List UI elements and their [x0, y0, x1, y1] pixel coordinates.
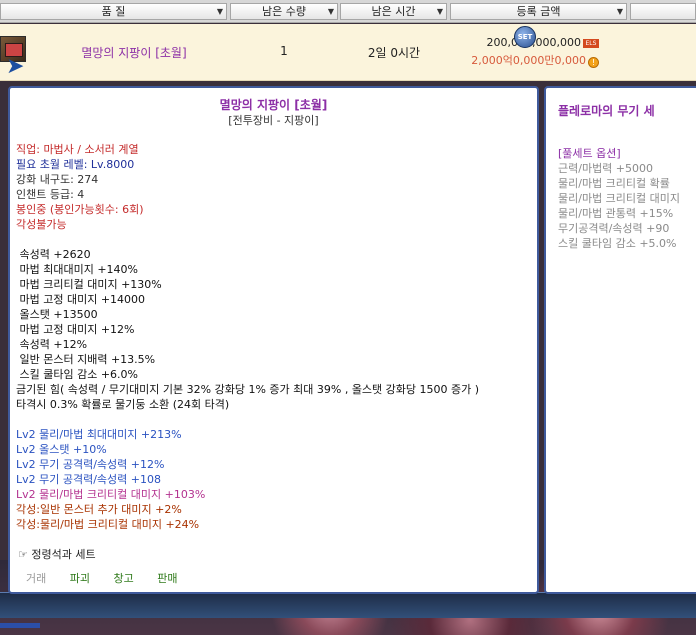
set-option-list: [풀세트 옵션] 근력/마법력 +5000 물리/마법 크리티컬 확률 물리/마…: [558, 146, 696, 251]
tooltip-title: 멸망의 지팡이 [초월]: [219, 98, 328, 112]
taskbar-indicator: [0, 623, 40, 628]
awaken-option-line: 각성:일반 몬스터 추가 대미지 +2%: [16, 503, 182, 516]
stat-line: 마법 고정 대미지 +12%: [16, 323, 135, 336]
column-extra[interactable]: [630, 3, 696, 20]
set-option-line: 무기공격력/속성력 +90: [558, 222, 670, 235]
listing-price-korean: 2,000억0,000만0,000!: [449, 52, 599, 68]
set-badge-icon: SET: [514, 26, 536, 48]
listing-time-left: 2일 0시간: [367, 46, 421, 60]
listing-price-korean-value: 2,000억0,000만0,000: [471, 54, 586, 67]
job-requirement: 직업: 마법사 / 소서러 계열: [16, 143, 139, 156]
chevron-down-icon: ▼: [436, 7, 443, 16]
listing-row[interactable]: ➤ 멸망의 지팡이 [초월] 1 2일 0시간 200,000,000,000E…: [0, 24, 696, 81]
set-info-label: 정령석과 세트: [31, 548, 96, 561]
item-actions: 거래 파괴 창고 판매: [26, 570, 198, 586]
awaken-status: 각성불가능: [16, 218, 67, 231]
special-effect-line: 타격시 0.3% 확률로 물기둥 소환 (24회 타격): [16, 398, 230, 411]
column-quantity[interactable]: 남은 수량 ▼: [230, 3, 338, 20]
stat-line: 올스탯 +13500: [16, 308, 98, 321]
special-effect-line: 금기된 힘( 속성력 / 무기대미지 기본 32% 강화당 1% 증가 최대 3…: [16, 383, 480, 396]
column-price-label: 등록 금액: [516, 5, 561, 18]
tooltip-subtitle: [전투장비 - 지팡이]: [228, 114, 319, 127]
column-quality-label: 품 질: [101, 5, 126, 18]
set-option-line: 근력/마법력 +5000: [558, 162, 654, 175]
lv2-option-line: Lv2 무기 공격력/속성력 +108: [16, 473, 162, 486]
pointing-hand-icon: ☞: [18, 548, 28, 561]
set-tooltip-title: 플레로마의 무기 세: [558, 104, 655, 118]
level-requirement: 필요 초월 레벨: Lv.8000: [16, 158, 135, 171]
column-price[interactable]: 등록 금액 ▼: [450, 3, 627, 20]
stat-line: 마법 크리티컬 대미지 +130%: [16, 278, 162, 291]
set-option-header: [풀세트 옵션]: [558, 147, 621, 160]
set-tooltip: 플레로마의 무기 세 [풀세트 옵션] 근력/마법력 +5000 물리/마법 크…: [544, 86, 696, 594]
column-time-label: 남은 시간: [371, 5, 416, 18]
tooltip-lines: 직업: 마법사 / 소서러 계열 필요 초월 레벨: Lv.8000 강화 내구…: [16, 142, 540, 532]
gold-coin-icon: !: [588, 57, 599, 68]
game-taskbar: [0, 592, 696, 628]
lv2-option-line: Lv2 무기 공격력/속성력 +12%: [16, 458, 165, 471]
lv2-option-line: Lv2 물리/마법 최대대미지 +213%: [16, 428, 182, 441]
lv2-option-line: Lv2 물리/마법 크리티컬 대미지 +103%: [16, 488, 206, 501]
column-quantity-label: 남은 수량: [262, 5, 306, 18]
trade-action: 거래: [26, 572, 47, 585]
set-info: ☞ 정령석과 세트: [18, 546, 96, 562]
set-option-line: 물리/마법 크리티컬 확률: [558, 177, 670, 190]
set-option-line: 물리/마법 관통력 +15%: [558, 207, 674, 220]
currency-badge-icon: ELS: [583, 39, 599, 48]
stat-line: 일반 몬스터 지배력 +13.5%: [16, 353, 156, 366]
item-tooltip: 멸망의 지팡이 [초월] [전투장비 - 지팡이] 직업: 마법사 / 소서러 …: [8, 86, 539, 594]
set-option-line: 스킬 쿨타임 감소 +5.0%: [558, 237, 677, 250]
stat-line: 스킬 쿨타임 감소 +6.0%: [16, 368, 138, 381]
column-quality[interactable]: 품 질 ▼: [0, 3, 227, 20]
stat-line: 속성력 +2620: [16, 248, 91, 261]
stat-line: 마법 고정 대미지 +14000: [16, 293, 146, 306]
durability: 강화 내구도: 274: [16, 173, 99, 186]
chevron-down-icon: ▼: [216, 7, 223, 16]
lv2-option-line: Lv2 올스탯 +10%: [16, 443, 107, 456]
mouse-cursor-icon: ➤: [6, 54, 25, 79]
destroy-action[interactable]: 파괴: [70, 570, 90, 586]
awaken-option-line: 각성:물리/마법 크리티컬 대미지 +24%: [16, 518, 200, 531]
auction-header: 품 질 ▼ 남은 수량 ▼ 남은 시간 ▼ 등록 금액 ▼: [0, 0, 696, 23]
chevron-down-icon: ▼: [616, 7, 623, 16]
sell-action[interactable]: 판매: [157, 570, 177, 586]
set-option-line: 물리/마법 크리티컬 대미지: [558, 192, 681, 205]
enchant-grade: 인챈트 등급: 4: [16, 188, 85, 201]
column-time[interactable]: 남은 시간 ▼: [340, 3, 447, 20]
listing-item-name[interactable]: 멸망의 지팡이 [초월]: [40, 44, 228, 61]
listing-quantity: 1: [280, 44, 288, 58]
stat-line: 속성력 +12%: [16, 338, 88, 351]
chevron-down-icon: ▼: [327, 7, 334, 16]
stat-line: 마법 최대대미지 +140%: [16, 263, 138, 276]
storage-action[interactable]: 창고: [114, 570, 134, 586]
seal-status: 봉인중 (봉인가능횟수: 6회): [16, 203, 144, 216]
